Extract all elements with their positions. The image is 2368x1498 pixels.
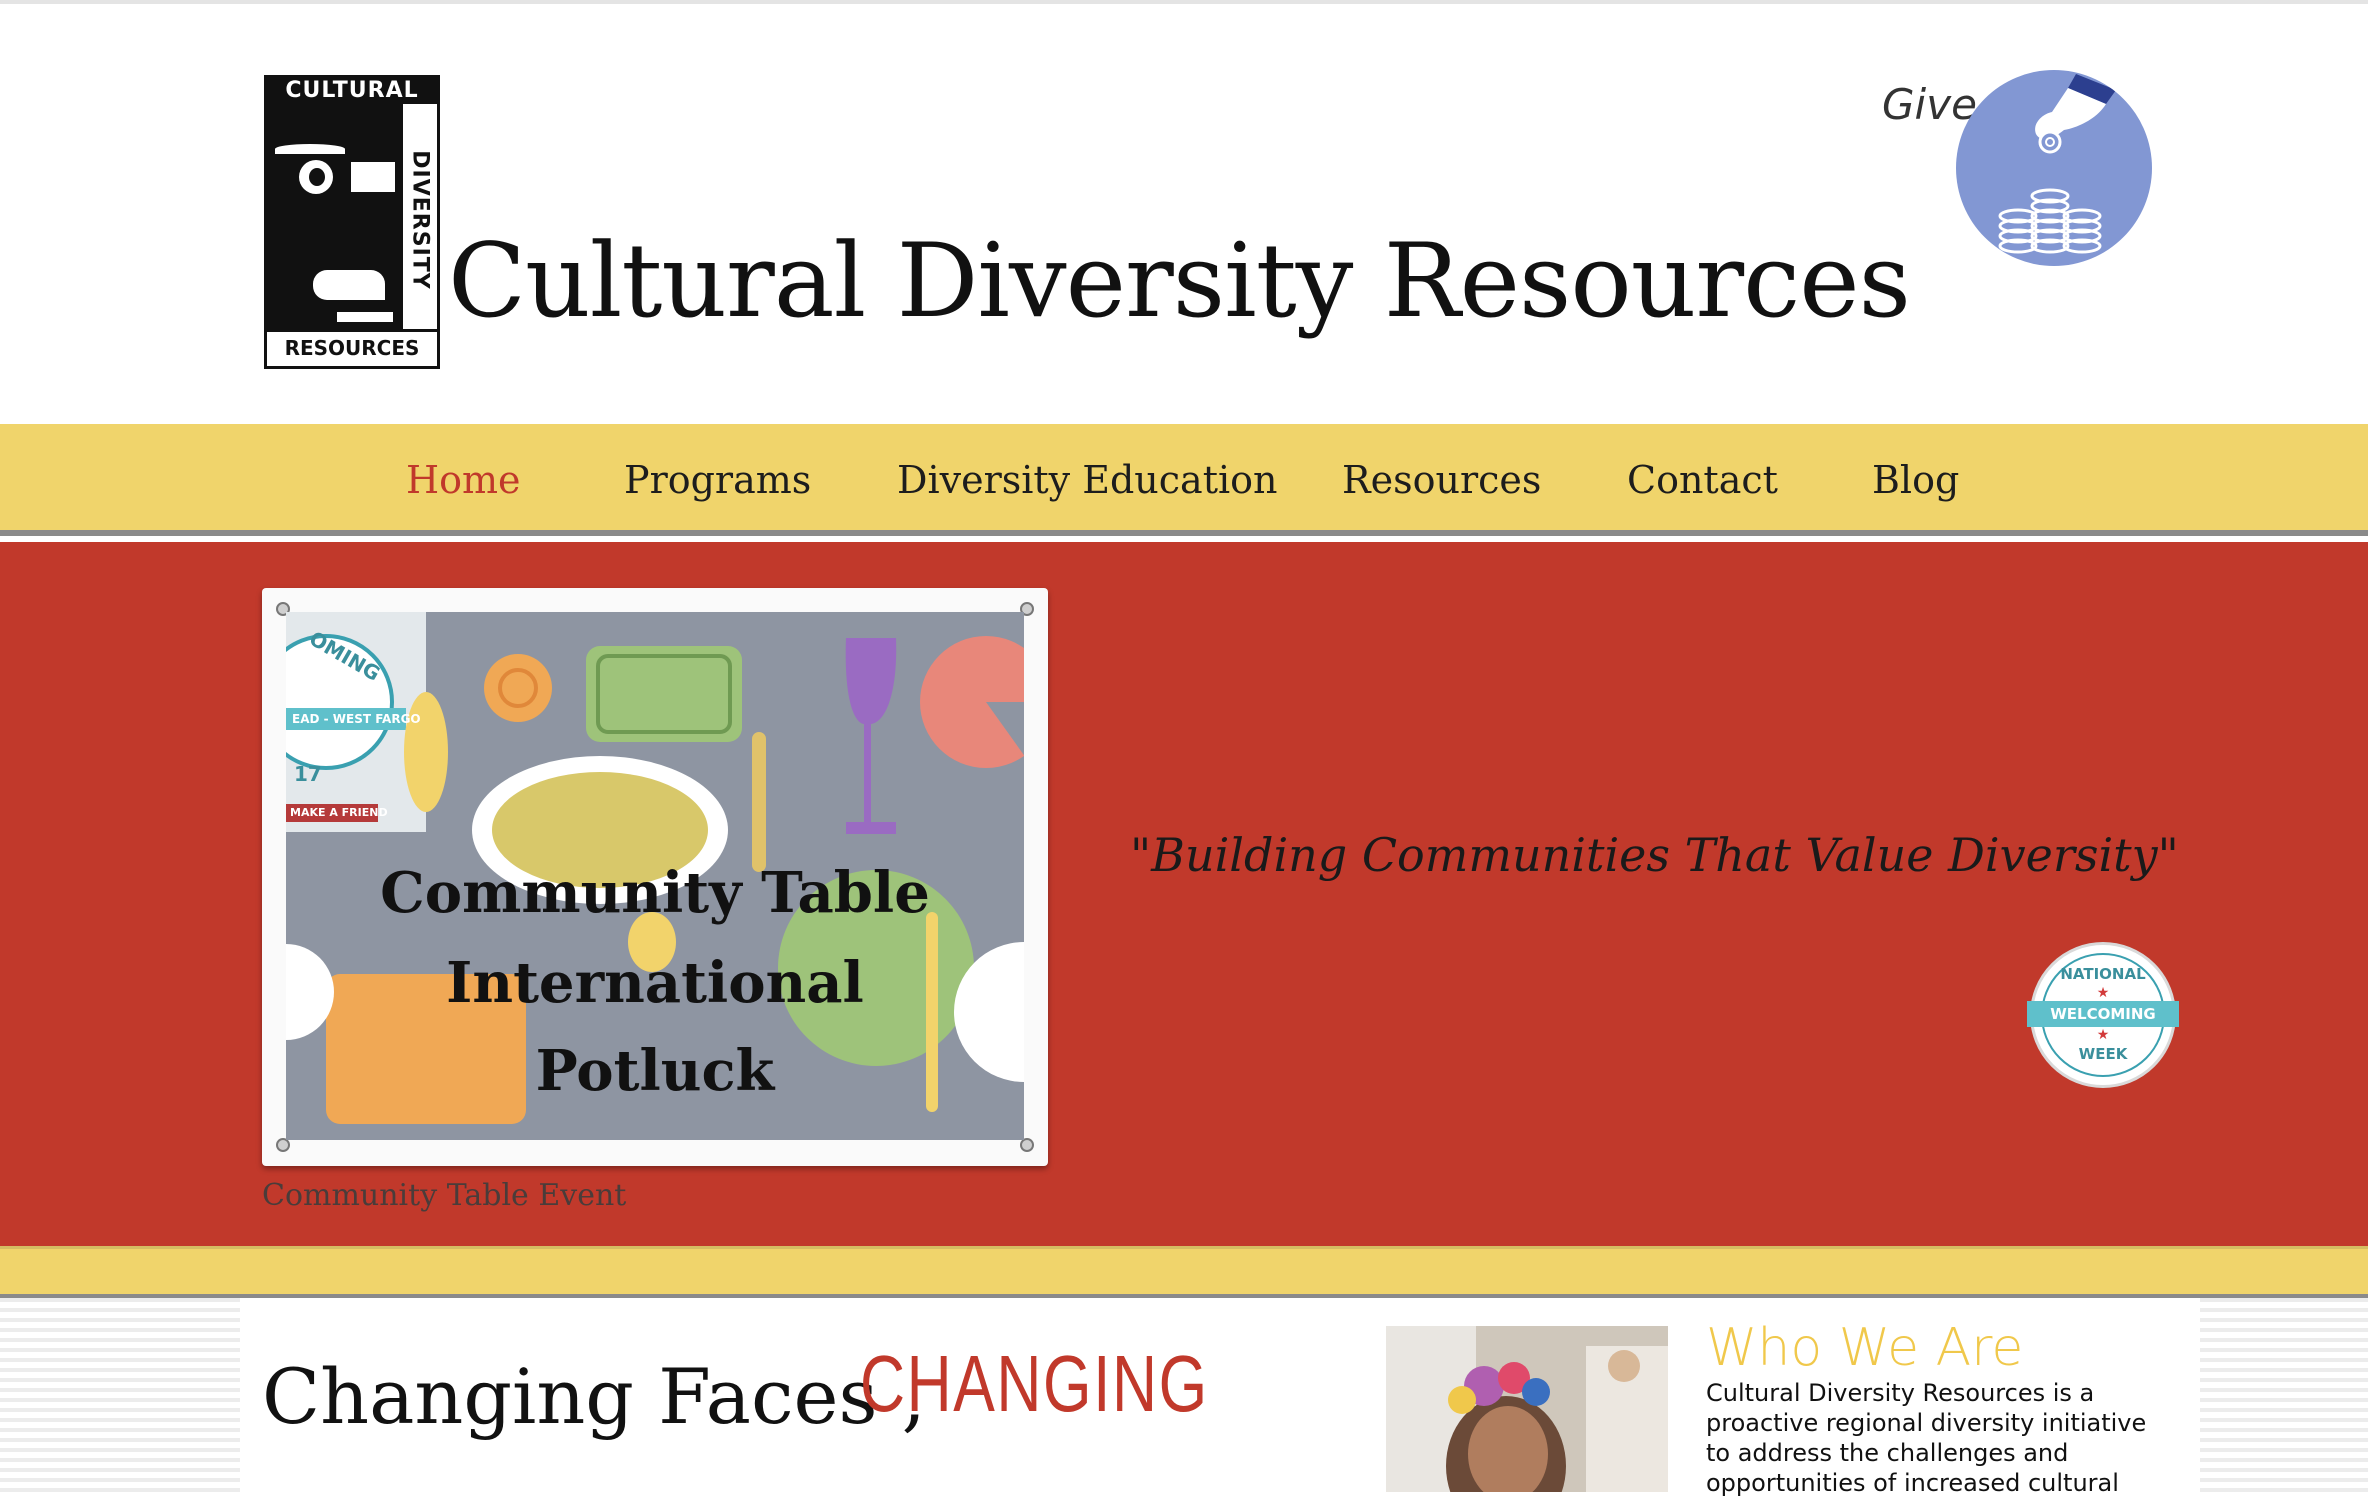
dancer-photo-graphic (1386, 1326, 1668, 1492)
slide-caption: Community Table Event (262, 1178, 627, 1213)
slide-badge-year: 17 (294, 762, 322, 786)
slide-badge-ribbon: MAKE A FRIEND (290, 806, 388, 819)
badge-top-text: NATIONAL (2060, 965, 2146, 983)
yellow-divider (0, 1246, 2368, 1298)
who-we-are-title: Who We Are (1706, 1318, 2024, 1378)
slide-line-1: Community Table (380, 860, 930, 926)
who-we-are-text: Cultural Diversity Resources is a proact… (1706, 1379, 2147, 1497)
star-icon: ★ (2096, 985, 2110, 1001)
who-we-are-photo[interactable] (1386, 1326, 1668, 1492)
logo-face-graphic (267, 104, 405, 334)
logo-eye-left (299, 160, 333, 194)
hand-coins-icon (1998, 74, 2116, 254)
site-logo[interactable]: CULTURAL DIVERSITY RESOURCES (264, 75, 440, 369)
nav-diversity-education[interactable]: Diversity Education (897, 458, 1277, 502)
heading-changing-text: Changing (860, 1339, 1209, 1428)
slide-badge-sub: EAD - WEST FARGO (292, 712, 421, 726)
main-nav: Home Programs Diversity Education Resour… (0, 424, 2368, 536)
slideshow-frame[interactable]: Community Table International Potluck OM… (262, 588, 1048, 1166)
community-table-image[interactable]: Community Table International Potluck OM… (286, 612, 1024, 1140)
nav-blog[interactable]: Blog (1872, 458, 1959, 502)
pin-icon (1020, 1138, 1034, 1152)
pin-icon (276, 1138, 290, 1152)
logo-side-text: DIVERSITY (407, 150, 433, 290)
right-stripes (2200, 1298, 2368, 1492)
give-label[interactable]: Give (1882, 80, 1977, 129)
give-button[interactable] (1956, 70, 2152, 266)
logo-top-text: CULTURAL (267, 78, 437, 104)
logo-mouth (313, 270, 385, 300)
badge-band-text: WELCOMING (2027, 1001, 2179, 1027)
content-section: Changing Faces , Changing Who We Are Cul… (240, 1298, 2200, 1497)
hero-section: Community Table International Potluck OM… (0, 542, 2368, 1246)
nav-contact[interactable]: Contact (1627, 458, 1778, 502)
tagline: "Building Communities That Value Diversi… (1130, 828, 2179, 882)
heading-changing-faces: Changing Faces , (262, 1352, 926, 1441)
slide-line-2: International (446, 950, 864, 1016)
left-stripes (0, 1298, 240, 1492)
logo-chin (337, 312, 393, 322)
national-welcoming-week-badge[interactable]: NATIONAL ★ WELCOMING ★ WEEK (2027, 942, 2179, 1088)
badge-bottom-text: WEEK (2078, 1045, 2128, 1063)
logo-bottom-text: RESOURCES (267, 329, 437, 366)
top-border (0, 0, 2368, 4)
nav-resources[interactable]: Resources (1342, 458, 1541, 502)
logo-brow (275, 144, 345, 154)
nav-programs[interactable]: Programs (624, 458, 811, 502)
slide-line-3: Potluck (535, 1038, 775, 1104)
nav-home[interactable]: Home (406, 458, 521, 502)
star-icon: ★ (2096, 1027, 2110, 1043)
heading-changing-accent: Changing (860, 1338, 1209, 1430)
logo-side: DIVERSITY (399, 104, 437, 336)
site-title[interactable]: Cultural Diversity Resources (448, 222, 1911, 341)
logo-eye-right (351, 162, 395, 192)
